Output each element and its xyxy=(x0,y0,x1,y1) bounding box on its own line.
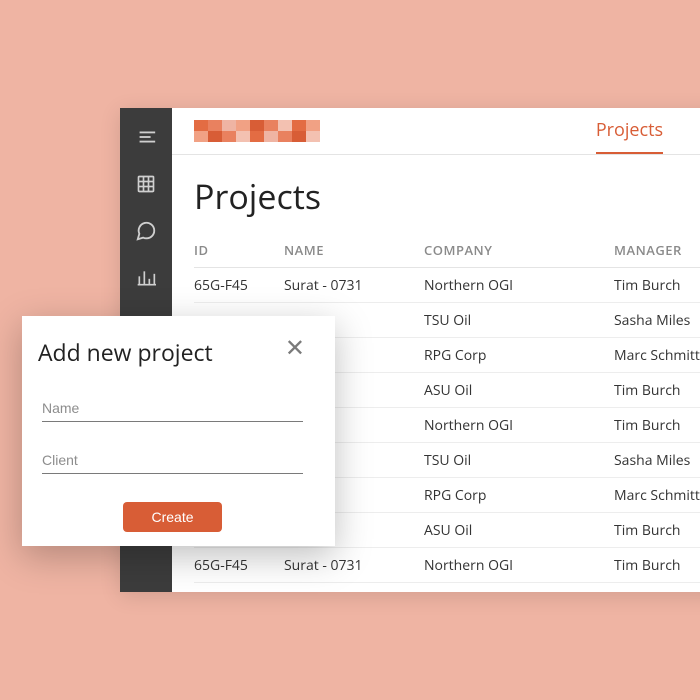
col-name[interactable]: NAME xyxy=(284,241,424,259)
brand-logo xyxy=(194,120,320,142)
nav-tabs: Projects Libraries xyxy=(596,108,700,154)
col-id[interactable]: ID xyxy=(194,241,284,259)
cell-company: ASU Oil xyxy=(424,521,614,540)
cell-company: ASU Oil xyxy=(424,381,614,400)
chat-icon[interactable] xyxy=(135,220,157,242)
cell-manager: Marc Schmitt xyxy=(614,346,700,365)
tab-projects[interactable]: Projects xyxy=(596,108,663,154)
cell-manager: Tim Burch xyxy=(614,521,700,540)
modal-title: Add new project xyxy=(38,336,213,368)
cell-manager: Marc Schmitt xyxy=(614,486,700,505)
cell-company: RPG Corp xyxy=(424,346,614,365)
cell-company: Northern OGI xyxy=(424,556,614,575)
topbar: Projects Libraries xyxy=(172,108,700,155)
close-icon[interactable]: ✕ xyxy=(283,336,307,360)
cell-id: 65G-F45 xyxy=(194,556,284,575)
table-row[interactable]: 65G-F45 Surat - 0731 Northern OGI Tim Bu… xyxy=(194,548,700,583)
col-manager[interactable]: MANAGER xyxy=(614,241,700,259)
table-row[interactable]: 65G-F45 Surat - 0731 Northern OGI Tim Bu… xyxy=(194,268,700,303)
page-title: Projects xyxy=(172,155,700,233)
cell-manager: Tim Burch xyxy=(614,416,700,435)
cell-company: Northern OGI xyxy=(424,416,614,435)
cell-id: 65G-F45 xyxy=(194,276,284,295)
add-project-modal: Add new project ✕ Create xyxy=(22,316,335,546)
cell-manager: Tim Burch xyxy=(614,276,700,295)
cell-manager: Sasha Miles xyxy=(614,451,700,470)
cell-name: Surat - 0731 xyxy=(284,556,424,575)
chart-icon[interactable] xyxy=(136,268,156,288)
create-button[interactable]: Create xyxy=(123,502,221,532)
table-header: ID NAME COMPANY MANAGER xyxy=(194,233,700,268)
col-company[interactable]: COMPANY xyxy=(424,241,614,259)
cell-company: TSU Oil xyxy=(424,451,614,470)
cell-manager: Tim Burch xyxy=(614,381,700,400)
cell-manager: Sasha Miles xyxy=(614,311,700,330)
modal-header: Add new project ✕ xyxy=(38,336,307,368)
cell-manager: Tim Burch xyxy=(614,556,700,575)
cell-company: TSU Oil xyxy=(424,311,614,330)
cell-company: Northern OGI xyxy=(424,276,614,295)
cell-company: RPG Corp xyxy=(424,486,614,505)
client-field[interactable] xyxy=(42,444,303,474)
cell-name: Surat - 0731 xyxy=(284,276,424,295)
menu-icon[interactable] xyxy=(135,126,157,148)
grid-icon[interactable] xyxy=(136,174,156,194)
name-field[interactable] xyxy=(42,392,303,422)
